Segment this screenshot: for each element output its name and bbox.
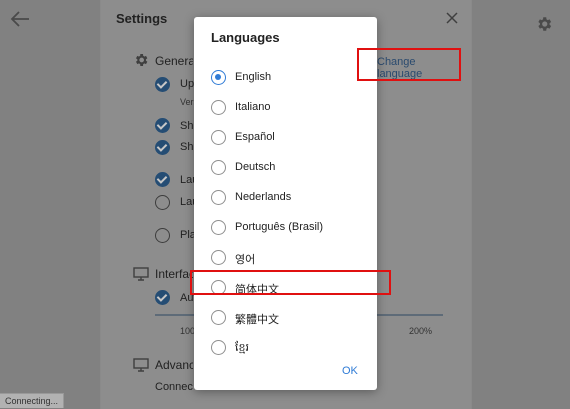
radio-button[interactable]	[211, 190, 226, 205]
language-option-nederlands[interactable]: Nederlands	[194, 184, 377, 214]
launch-startup-checkbox[interactable]	[155, 172, 170, 187]
taskbar-icon-label: Show taskbar icon	[180, 141, 194, 153]
monitor-icon	[133, 267, 149, 281]
auto-scale-label: Automatic scale	[180, 292, 194, 304]
version-text: Version	[180, 97, 194, 107]
right-backdrop	[472, 0, 570, 409]
radio-button[interactable]	[211, 220, 226, 235]
language-label: 简体中文	[235, 284, 279, 296]
radio-button[interactable]	[211, 340, 226, 355]
play-sounds-checkbox[interactable]	[155, 228, 170, 243]
language-label: 繁體中文	[235, 314, 279, 326]
page-title: Settings	[116, 11, 168, 26]
radio-button[interactable]	[211, 160, 226, 175]
launch-startup-label: Launch on startup	[180, 174, 194, 186]
radio-button[interactable]	[211, 250, 226, 265]
gear-icon[interactable]	[535, 15, 553, 33]
zoom-max-label: 200%	[409, 326, 433, 336]
language-label: Português (Brasil)	[235, 221, 324, 233]
language-label: Español	[235, 131, 275, 143]
language-label: ខ្មែរ	[235, 342, 249, 354]
monitor-icon	[133, 358, 149, 372]
section-interface: Interface	[155, 267, 193, 281]
zoom-min-label: 100%	[180, 326, 194, 336]
taskbar-icon-checkbox[interactable]	[155, 140, 170, 155]
language-option-khmer[interactable]: ខ្មែរ	[194, 334, 377, 364]
language-option-simplified-chinese[interactable]: 简体中文	[194, 274, 377, 304]
launch-minimized-label: Launch minimized	[180, 196, 194, 208]
play-sounds-label: Play sounds	[180, 229, 194, 241]
language-option-deutsch[interactable]: Deutsch	[194, 154, 377, 184]
dialog-title: Languages	[211, 30, 280, 45]
radio-button[interactable]	[211, 70, 226, 85]
language-label: Deutsch	[235, 161, 276, 173]
language-option-english[interactable]: English	[194, 64, 377, 94]
gear-icon	[136, 54, 148, 66]
radio-button[interactable]	[211, 100, 226, 115]
radio-button[interactable]	[211, 130, 226, 145]
radio-button[interactable]	[211, 280, 226, 295]
language-label: English	[235, 71, 272, 83]
language-option-portugues[interactable]: Português (Brasil)	[194, 214, 377, 244]
auto-scale-checkbox[interactable]	[155, 290, 170, 305]
language-option-korean[interactable]: 영어	[194, 244, 377, 274]
tray-icon-label: Show tray icon	[180, 120, 194, 132]
language-label: 영어	[235, 254, 256, 266]
language-option-italiano[interactable]: Italiano	[194, 94, 377, 124]
close-icon[interactable]	[446, 12, 458, 24]
update-label: Update automatically	[180, 78, 194, 90]
language-label: Italiano	[235, 101, 271, 113]
languages-dialog: Languages English Italiano Español Deuts…	[194, 17, 377, 390]
language-option-espanol[interactable]: Español	[194, 124, 377, 154]
ok-button[interactable]: OK	[342, 365, 358, 377]
arrow-left-icon[interactable]	[9, 9, 31, 29]
language-label: Nederlands	[235, 191, 292, 203]
section-general: General	[155, 54, 193, 68]
connection-label: Connection type	[155, 381, 193, 393]
launch-minimized-checkbox[interactable]	[155, 195, 170, 210]
section-advanced: Advanced	[155, 358, 193, 372]
change-language-link[interactable]: Change language	[377, 56, 459, 80]
left-backdrop	[0, 0, 100, 409]
radio-button[interactable]	[211, 310, 226, 325]
tray-icon-checkbox[interactable]	[155, 118, 170, 133]
update-checkbox[interactable]	[155, 77, 170, 92]
change-language-label: Change language	[377, 56, 423, 80]
connection-status: Connecting...	[0, 393, 65, 408]
language-option-traditional-chinese[interactable]: 繁體中文	[194, 304, 377, 334]
